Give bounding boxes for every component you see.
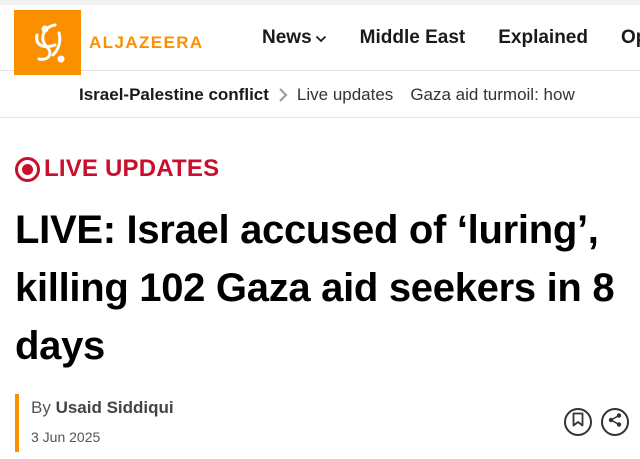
bookmark-button[interactable] <box>564 408 592 436</box>
topic-subnav: Israel-Palestine conflict Live updates G… <box>0 72 640 118</box>
article-byline: By Usaid Siddiqui 3 Jun 2025 <box>15 394 174 452</box>
nav-item-label: Op <box>620 27 640 48</box>
bookmark-icon <box>572 412 584 432</box>
site-logo[interactable]: ALJAZEERA <box>14 10 204 75</box>
nav-item-label: News <box>262 27 312 48</box>
share-icon <box>607 412 623 433</box>
nav-item-explained[interactable]: Explained <box>498 27 588 49</box>
aljazeera-logo-icon <box>14 10 81 75</box>
site-header: ALJAZEERA News Middle East Explained Op <box>0 5 640 75</box>
subnav-item-gaza-aid[interactable]: Gaza aid turmoil: how <box>410 85 574 105</box>
nav-item-middle-east[interactable]: Middle East <box>360 27 466 49</box>
live-updates-label: LIVE UPDATES <box>44 155 220 182</box>
author-line: By Usaid Siddiqui <box>31 398 174 418</box>
nav-item-opinion[interactable]: Op <box>621 27 640 49</box>
chevron-right-icon <box>278 87 288 103</box>
live-updates-badge: LIVE UPDATES <box>15 155 219 183</box>
byline-prefix: By <box>31 398 51 417</box>
live-indicator-icon <box>15 156 40 182</box>
article-headline: LIVE: Israel accused of ‘luring’, killin… <box>15 208 615 368</box>
brand-name: ALJAZEERA <box>89 32 204 52</box>
author-name[interactable]: Usaid Siddiqui <box>56 398 174 417</box>
share-button[interactable] <box>601 408 629 436</box>
nav-item-label: Middle East <box>359 27 466 48</box>
subnav-topic-link[interactable]: Israel-Palestine conflict <box>79 85 269 105</box>
article-actions <box>564 408 638 436</box>
chevron-down-icon <box>315 27 327 49</box>
nav-item-news[interactable]: News <box>262 27 327 49</box>
main-nav: News Middle East Explained Op <box>262 5 640 71</box>
publish-date: 3 Jun 2025 <box>31 429 101 445</box>
subnav-item-live-updates[interactable]: Live updates <box>297 85 393 105</box>
nav-item-label: Explained <box>498 27 588 48</box>
